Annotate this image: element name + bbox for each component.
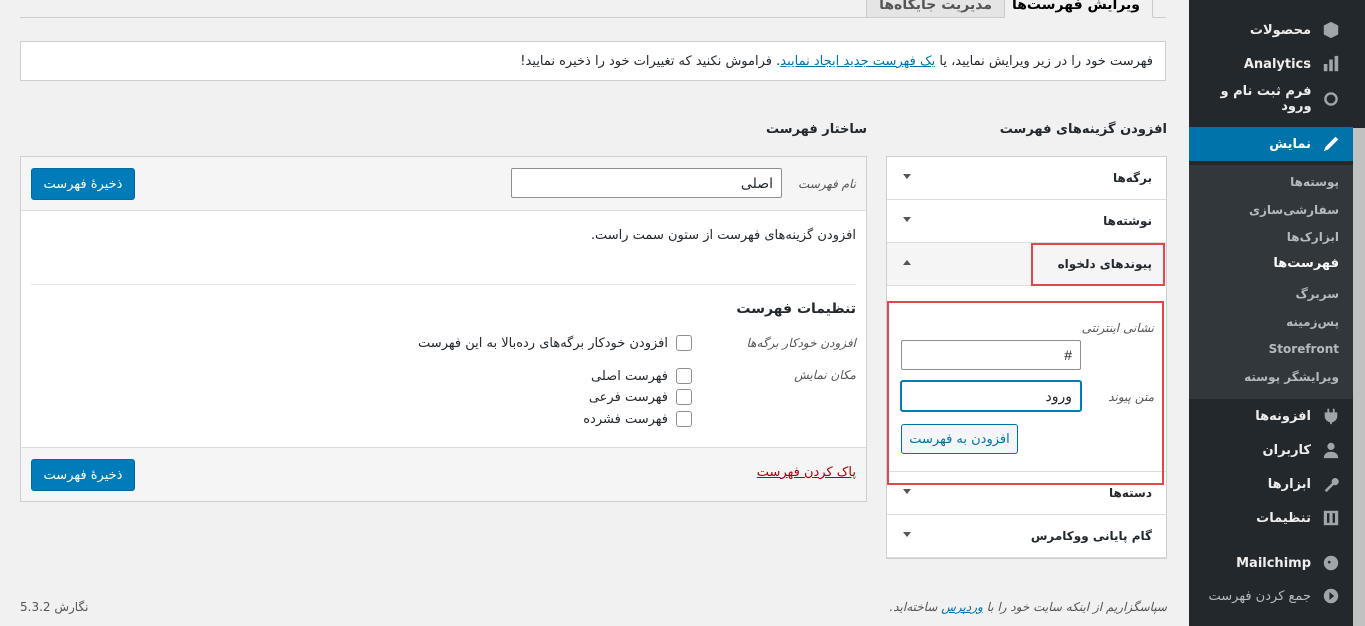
wrench-icon xyxy=(1321,474,1341,494)
add-menu-items-heading: افزودن گزینه‌های فهرست xyxy=(999,122,1167,137)
location-option-secondary[interactable]: فهرست فرعی xyxy=(589,389,692,405)
menu-name-input[interactable] xyxy=(511,168,782,198)
user-icon xyxy=(1321,440,1341,460)
submenu-background[interactable]: پس‌زمینه xyxy=(1286,315,1339,329)
display-location-label: مکان نمایش xyxy=(794,368,856,382)
sidebar-item-analytics[interactable]: Analytics xyxy=(1189,47,1353,81)
settings-divider xyxy=(31,284,856,285)
sidebar-item-register-form[interactable]: فرم ثبت نام و ورود xyxy=(1189,82,1353,116)
sidebar-item-label: ابزارها xyxy=(1267,476,1311,492)
submenu-storefront[interactable]: Storefront xyxy=(1269,342,1339,356)
menu-footer-bar: پاک کردن فهرست ذخیرهٔ فهرست xyxy=(21,447,866,501)
empty-menu-hint: افزودن گزینه‌های فهرست از ستون سمت راست. xyxy=(590,228,856,243)
menu-settings-heading: تنظیمات فهرست xyxy=(736,301,856,317)
sidebar-item-label: تنظیمات xyxy=(1256,510,1311,526)
footer-thanks: سپاسگزاریم از اینکه سایت خود را با وردپر… xyxy=(889,600,1167,614)
sidebar-item-plugins[interactable]: افزونه‌ها xyxy=(1189,399,1353,433)
auto-add-pages-label: افزودن خودکار برگه‌ها xyxy=(746,336,857,350)
footer-thanks-after: ساخته‌اید. xyxy=(889,600,938,614)
sidebar-item-label: نمایش xyxy=(1269,136,1311,152)
wordpress-link[interactable]: وردپرس xyxy=(941,600,983,614)
location-option-handheld[interactable]: فهرست فشرده xyxy=(583,411,692,427)
footer-thanks-before: سپاسگزاریم از اینکه سایت خود را با xyxy=(986,600,1167,614)
collapse-icon xyxy=(1321,586,1341,606)
footer-version: نگارش 5.3.2 xyxy=(20,600,89,614)
highlight-custom-links-form xyxy=(887,301,1164,485)
sidebar-item-label: فرم ثبت نام و ورود xyxy=(1220,84,1312,114)
submenu-customize[interactable]: سفارشی‌سازی xyxy=(1249,203,1339,217)
info-notice: فهرست خود را در زیر ویرایش نمایید، یا یک… xyxy=(20,41,1166,81)
location-option-primary[interactable]: فهرست اصلی xyxy=(591,368,692,384)
notice-text-after: . فراموش نکنید که تغییرات خود را ذخیره ن… xyxy=(520,54,781,69)
chevron-down-icon xyxy=(903,532,911,537)
chevron-up-icon xyxy=(903,260,911,265)
location-checkbox[interactable] xyxy=(676,411,692,427)
menu-structure-heading: ساختار فهرست xyxy=(766,122,867,137)
sidebar-item-mailchimp[interactable]: Mailchimp xyxy=(1189,546,1353,580)
save-menu-button-top[interactable]: ذخیرهٔ فهرست xyxy=(31,168,135,200)
accordion-label: نوشته‌ها xyxy=(1103,214,1152,228)
tab-manage-locations[interactable]: مدیریت جایگاه‌ها xyxy=(866,0,1005,18)
settings-icon xyxy=(1321,508,1341,528)
location-label: فهرست اصلی xyxy=(591,368,668,384)
sidebar-item-label: Analytics xyxy=(1243,56,1311,72)
sidebar-item-settings[interactable]: تنظیمات xyxy=(1189,501,1353,535)
submenu-header[interactable]: سربرگ xyxy=(1295,287,1339,301)
auto-add-pages-option[interactable]: افزودن خودکار برگه‌های رده‌بالا به این ف… xyxy=(418,335,692,351)
submenu-widgets[interactable]: ابزارک‌ها xyxy=(1287,230,1339,244)
location-checkbox[interactable] xyxy=(676,368,692,384)
admin-sidebar: محصولات Analytics فرم ثبت نام و ورود نما… xyxy=(1181,0,1365,626)
auto-add-option-label: افزودن خودکار برگه‌های رده‌بالا به این ف… xyxy=(418,335,668,351)
brush-icon xyxy=(1321,134,1341,154)
notice-text-before: فهرست خود را در زیر ویرایش نمایید، یا xyxy=(939,54,1153,69)
appearance-submenu xyxy=(1189,165,1353,399)
sidebar-collapse-menu[interactable]: جمع کردن فهرست xyxy=(1189,579,1353,613)
tab-edit-menus[interactable]: ویرایش فهرست‌ها xyxy=(998,0,1153,18)
submenu-theme-editor[interactable]: ویرایشگر پوسته xyxy=(1244,370,1339,384)
sidebar-item-label: جمع کردن فهرست xyxy=(1208,588,1311,604)
menu-structure-box: نام فهرست ذخیرهٔ فهرست افزودن گزینه‌های … xyxy=(20,156,867,502)
accordion-label: گام پایانی ووکامرس xyxy=(1030,529,1152,543)
sidebar-item-label: Mailchimp xyxy=(1236,555,1311,571)
mailchimp-icon xyxy=(1321,553,1341,573)
chevron-down-icon xyxy=(903,217,911,222)
chevron-down-icon xyxy=(903,174,911,179)
submenu-themes[interactable]: پوسته‌ها xyxy=(1290,175,1339,189)
sidebar-item-label: محصولات xyxy=(1249,22,1311,38)
highlight-custom-links-header xyxy=(1031,243,1165,286)
accordion-label: دسته‌ها xyxy=(1109,486,1152,500)
chevron-down-icon xyxy=(903,489,911,494)
sidebar-scrollbar[interactable] xyxy=(1353,128,1365,626)
sidebar-item-label: افزونه‌ها xyxy=(1255,408,1311,424)
location-checkbox[interactable] xyxy=(676,389,692,405)
save-menu-button-bottom[interactable]: ذخیرهٔ فهرست xyxy=(31,459,135,491)
sidebar-item-products[interactable]: محصولات xyxy=(1189,13,1353,47)
accordion-label: برگه‌ها xyxy=(1112,171,1152,185)
sidebar-item-tools[interactable]: ابزارها xyxy=(1189,467,1353,501)
auto-add-checkbox[interactable] xyxy=(676,335,692,351)
location-label: فهرست فشرده xyxy=(583,411,668,427)
accordion-woocommerce-endpoints[interactable]: گام پایانی ووکامرس xyxy=(887,515,1166,558)
delete-menu-link[interactable]: پاک کردن فهرست xyxy=(757,465,856,480)
sidebar-item-users[interactable]: کاربران xyxy=(1189,433,1353,467)
location-label: فهرست فرعی xyxy=(588,389,668,405)
accordion-pages[interactable]: برگه‌ها xyxy=(887,157,1166,200)
box-icon xyxy=(1321,20,1341,40)
menu-header-bar: نام فهرست ذخیرهٔ فهرست xyxy=(21,157,866,211)
bar-chart-icon xyxy=(1321,54,1341,74)
submenu-menus[interactable]: فهرست‌ها xyxy=(1273,256,1339,271)
menu-name-label: نام فهرست xyxy=(798,177,856,191)
create-new-menu-link[interactable]: یک فهرست جدید ایجاد نمایید xyxy=(780,54,935,69)
sidebar-item-label: کاربران xyxy=(1262,442,1311,458)
plug-icon xyxy=(1321,406,1341,426)
accordion-posts[interactable]: نوشته‌ها xyxy=(887,200,1166,243)
form-icon xyxy=(1322,89,1341,109)
sidebar-item-appearance[interactable]: نمایش xyxy=(1181,127,1353,161)
